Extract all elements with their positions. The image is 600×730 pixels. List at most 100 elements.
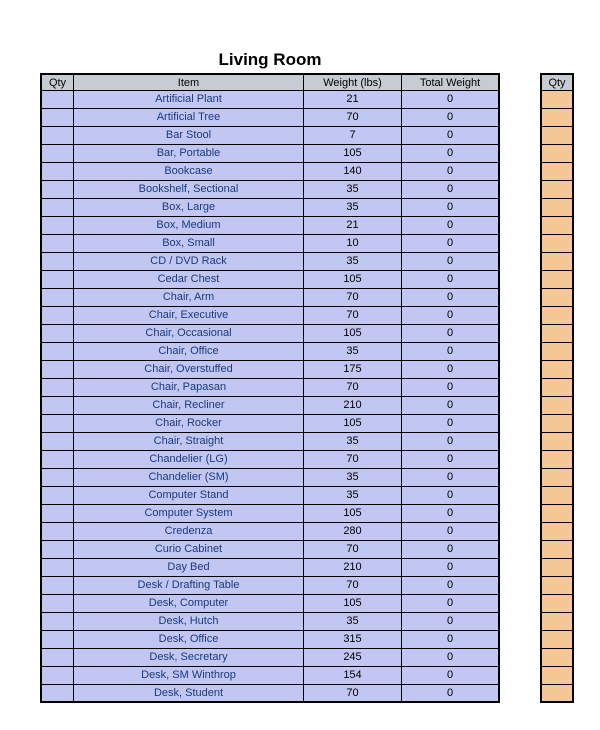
cell-qty-secondary[interactable] bbox=[540, 361, 574, 379]
cell-qty-secondary[interactable] bbox=[540, 163, 574, 181]
cell-qty[interactable] bbox=[40, 181, 74, 199]
cell-qty[interactable] bbox=[40, 325, 74, 343]
cell-qty-secondary[interactable] bbox=[540, 253, 574, 271]
cell-qty[interactable] bbox=[40, 91, 74, 109]
cell-qty[interactable] bbox=[40, 451, 74, 469]
cell-item[interactable]: Desk, Computer bbox=[74, 595, 304, 613]
cell-item[interactable]: Desk / Drafting Table bbox=[74, 577, 304, 595]
cell-qty[interactable] bbox=[40, 253, 74, 271]
cell-qty-secondary[interactable] bbox=[540, 127, 574, 145]
cell-qty-secondary[interactable] bbox=[540, 433, 574, 451]
cell-item[interactable]: Artificial Tree bbox=[74, 109, 304, 127]
cell-item[interactable]: Box, Large bbox=[74, 199, 304, 217]
cell-qty[interactable] bbox=[40, 667, 74, 685]
cell-qty-secondary[interactable] bbox=[540, 397, 574, 415]
cell-item[interactable]: Day Bed bbox=[74, 559, 304, 577]
cell-qty[interactable] bbox=[40, 199, 74, 217]
cell-item[interactable]: Bar Stool bbox=[74, 127, 304, 145]
cell-item[interactable]: Box, Medium bbox=[74, 217, 304, 235]
cell-qty-secondary[interactable] bbox=[540, 91, 574, 109]
cell-qty-secondary[interactable] bbox=[540, 685, 574, 703]
cell-qty[interactable] bbox=[40, 631, 74, 649]
cell-item[interactable]: Chair, Arm bbox=[74, 289, 304, 307]
cell-qty-secondary[interactable] bbox=[540, 595, 574, 613]
cell-item[interactable]: Chair, Recliner bbox=[74, 397, 304, 415]
cell-item[interactable]: Desk, Office bbox=[74, 631, 304, 649]
cell-item[interactable]: Credenza bbox=[74, 523, 304, 541]
cell-qty[interactable] bbox=[40, 361, 74, 379]
cell-qty[interactable] bbox=[40, 487, 74, 505]
cell-qty[interactable] bbox=[40, 523, 74, 541]
cell-qty-secondary[interactable] bbox=[540, 541, 574, 559]
cell-qty[interactable] bbox=[40, 595, 74, 613]
cell-qty[interactable] bbox=[40, 397, 74, 415]
cell-qty-secondary[interactable] bbox=[540, 667, 574, 685]
cell-qty[interactable] bbox=[40, 289, 74, 307]
cell-qty-secondary[interactable] bbox=[540, 109, 574, 127]
cell-qty[interactable] bbox=[40, 217, 74, 235]
cell-qty-secondary[interactable] bbox=[540, 325, 574, 343]
cell-item[interactable]: Desk, Hutch bbox=[74, 613, 304, 631]
cell-item[interactable]: Chandelier (LG) bbox=[74, 451, 304, 469]
cell-item[interactable]: Computer Stand bbox=[74, 487, 304, 505]
cell-item[interactable]: Bar, Portable bbox=[74, 145, 304, 163]
cell-qty-secondary[interactable] bbox=[540, 235, 574, 253]
cell-qty-secondary[interactable] bbox=[540, 307, 574, 325]
cell-item[interactable]: Desk, Secretary bbox=[74, 649, 304, 667]
cell-item[interactable]: Computer System bbox=[74, 505, 304, 523]
cell-qty[interactable] bbox=[40, 469, 74, 487]
cell-item[interactable]: Desk, SM Winthrop bbox=[74, 667, 304, 685]
cell-qty-secondary[interactable] bbox=[540, 343, 574, 361]
cell-item[interactable]: Chair, Executive bbox=[74, 307, 304, 325]
cell-qty[interactable] bbox=[40, 559, 74, 577]
cell-qty-secondary[interactable] bbox=[540, 487, 574, 505]
cell-qty[interactable] bbox=[40, 145, 74, 163]
cell-qty-secondary[interactable] bbox=[540, 523, 574, 541]
cell-item[interactable]: Bookcase bbox=[74, 163, 304, 181]
cell-qty[interactable] bbox=[40, 307, 74, 325]
cell-qty-secondary[interactable] bbox=[540, 559, 574, 577]
cell-qty[interactable] bbox=[40, 685, 74, 703]
cell-item[interactable]: Curio Cabinet bbox=[74, 541, 304, 559]
cell-qty-secondary[interactable] bbox=[540, 451, 574, 469]
cell-qty-secondary[interactable] bbox=[540, 505, 574, 523]
cell-qty[interactable] bbox=[40, 127, 74, 145]
cell-item[interactable]: Bookshelf, Sectional bbox=[74, 181, 304, 199]
cell-qty-secondary[interactable] bbox=[540, 199, 574, 217]
cell-item[interactable]: Chair, Occasional bbox=[74, 325, 304, 343]
cell-qty[interactable] bbox=[40, 109, 74, 127]
cell-item[interactable]: Chair, Straight bbox=[74, 433, 304, 451]
cell-qty-secondary[interactable] bbox=[540, 379, 574, 397]
cell-qty[interactable] bbox=[40, 433, 74, 451]
cell-item[interactable]: Cedar Chest bbox=[74, 271, 304, 289]
cell-qty-secondary[interactable] bbox=[540, 181, 574, 199]
cell-item[interactable]: CD / DVD Rack bbox=[74, 253, 304, 271]
cell-qty[interactable] bbox=[40, 613, 74, 631]
cell-qty-secondary[interactable] bbox=[540, 613, 574, 631]
cell-qty[interactable] bbox=[40, 541, 74, 559]
cell-qty[interactable] bbox=[40, 235, 74, 253]
cell-qty-secondary[interactable] bbox=[540, 469, 574, 487]
cell-qty-secondary[interactable] bbox=[540, 631, 574, 649]
cell-qty[interactable] bbox=[40, 271, 74, 289]
cell-qty[interactable] bbox=[40, 577, 74, 595]
cell-qty-secondary[interactable] bbox=[540, 145, 574, 163]
cell-qty[interactable] bbox=[40, 649, 74, 667]
cell-qty-secondary[interactable] bbox=[540, 577, 574, 595]
cell-qty-secondary[interactable] bbox=[540, 289, 574, 307]
cell-qty-secondary[interactable] bbox=[540, 649, 574, 667]
cell-qty[interactable] bbox=[40, 415, 74, 433]
cell-item[interactable]: Chair, Rocker bbox=[74, 415, 304, 433]
cell-qty-secondary[interactable] bbox=[540, 271, 574, 289]
cell-qty[interactable] bbox=[40, 505, 74, 523]
cell-qty[interactable] bbox=[40, 343, 74, 361]
cell-item[interactable]: Chandelier (SM) bbox=[74, 469, 304, 487]
cell-item[interactable]: Box, Small bbox=[74, 235, 304, 253]
cell-item[interactable]: Chair, Papasan bbox=[74, 379, 304, 397]
cell-item[interactable]: Desk, Student bbox=[74, 685, 304, 703]
cell-item[interactable]: Artificial Plant bbox=[74, 91, 304, 109]
cell-qty-secondary[interactable] bbox=[540, 217, 574, 235]
cell-item[interactable]: Chair, Overstuffed bbox=[74, 361, 304, 379]
cell-qty[interactable] bbox=[40, 163, 74, 181]
cell-qty[interactable] bbox=[40, 379, 74, 397]
